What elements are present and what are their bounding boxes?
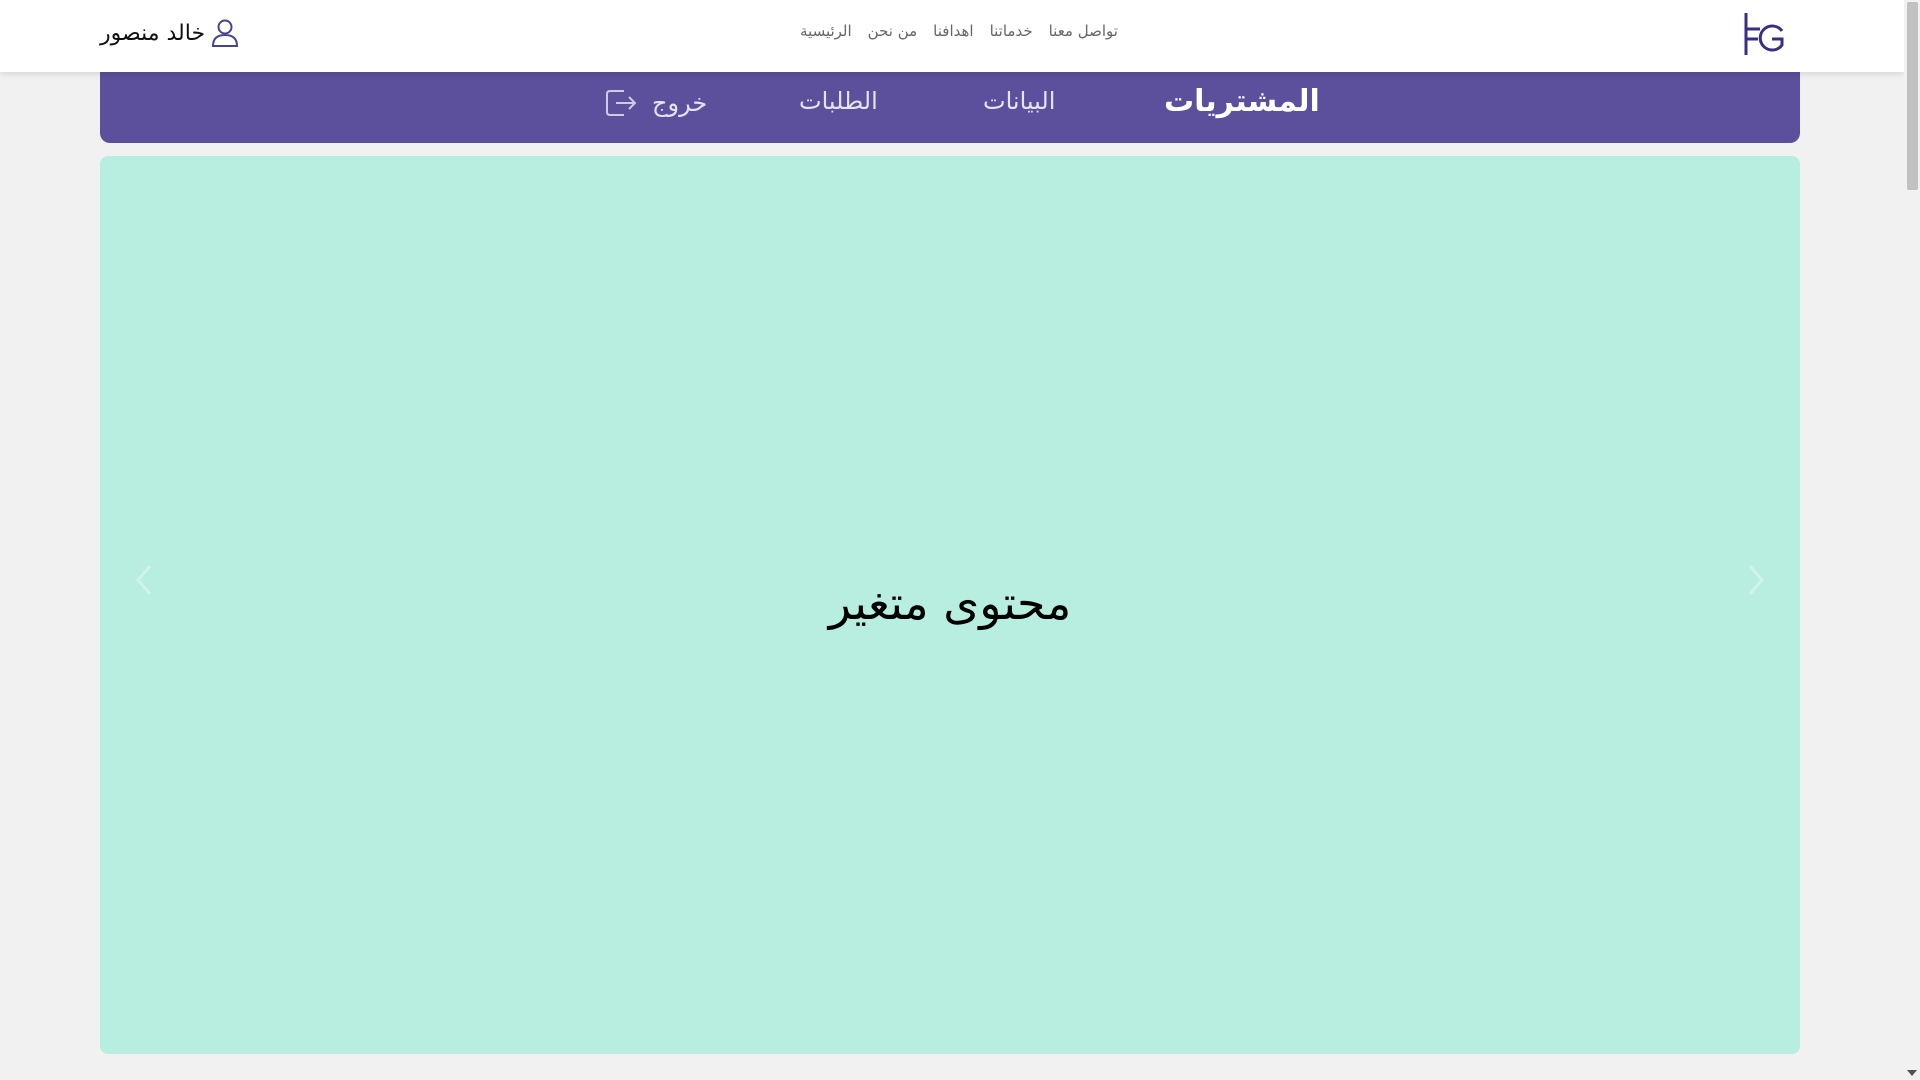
- scrollbar-thumb[interactable]: [1907, 2, 1918, 190]
- brand-logo[interactable]: [1740, 11, 1786, 57]
- logout-label: خروج: [652, 89, 708, 117]
- user-profile[interactable]: خالد منصور: [100, 18, 239, 48]
- nav-link-contact[interactable]: تواصل معنا: [1049, 22, 1118, 40]
- top-nav: الرئيسية من نحن اهدافنا خدماتنا تواصل مع…: [800, 22, 1118, 40]
- user-icon: [212, 19, 239, 47]
- tab-orders[interactable]: الطلبات: [799, 87, 878, 115]
- tab-data[interactable]: البيانات: [983, 87, 1055, 115]
- logout-icon: [606, 90, 637, 116]
- nav-link-goals[interactable]: اهدافنا: [933, 22, 973, 40]
- page-scrollbar[interactable]: [1904, 0, 1920, 1080]
- section-tabbar: المشتريات البيانات الطلبات خروج: [100, 71, 1800, 143]
- logout-button[interactable]: خروج: [604, 87, 707, 119]
- scroll-down-arrow-icon[interactable]: [1907, 1070, 1917, 1076]
- nav-link-about[interactable]: من نحن: [868, 22, 918, 40]
- tab-purchases[interactable]: المشتريات: [1164, 84, 1320, 119]
- nav-link-services[interactable]: خدماتنا: [990, 22, 1033, 40]
- nav-link-home[interactable]: الرئيسية: [800, 22, 852, 40]
- user-name: خالد منصور: [100, 20, 206, 46]
- content-carousel: محتوى متغير: [100, 156, 1800, 1054]
- carousel-next-arrow-icon[interactable]: [1740, 560, 1770, 600]
- carousel-content-text: محتوى متغير: [828, 576, 1072, 630]
- top-header: الرئيسية من نحن اهدافنا خدماتنا تواصل مع…: [0, 0, 1904, 72]
